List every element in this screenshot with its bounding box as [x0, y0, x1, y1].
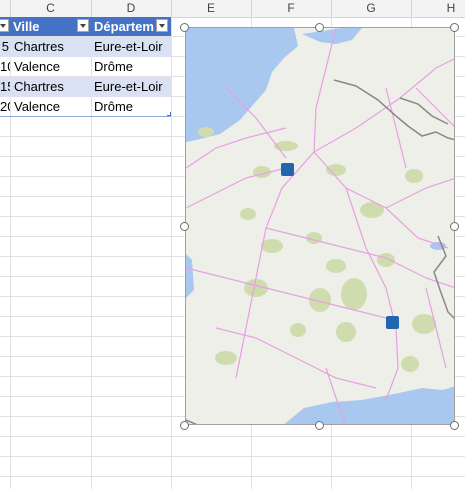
- table-cell-departement[interactable]: Eure-et-Loir: [91, 37, 171, 57]
- filter-dropdown-button[interactable]: [156, 19, 168, 32]
- table-cell[interactable]: 5: [0, 37, 10, 57]
- map-canvas: [186, 28, 454, 424]
- map-marker-chartres[interactable]: [281, 163, 294, 176]
- table-cell[interactable]: 20: [0, 97, 10, 117]
- resize-handle-top[interactable]: [315, 23, 324, 32]
- table-bottom-border: [0, 116, 171, 117]
- table-cell-departement[interactable]: Eure-et-Loir: [91, 77, 171, 97]
- table-header-departement: Départem: [94, 19, 154, 34]
- table-row: 15 Chartres Eure-et-Loir: [0, 77, 171, 97]
- resize-handle-top-right[interactable]: [450, 23, 459, 32]
- column-header-bar: C D E F G H: [0, 0, 465, 18]
- table-header-ville: Ville: [13, 19, 40, 34]
- filter-dropdown-button[interactable]: [0, 19, 9, 32]
- column-header-g[interactable]: G: [331, 0, 411, 17]
- table-row: 10 Valence Drôme: [0, 57, 171, 77]
- table-row: 20 Valence Drôme: [0, 97, 171, 117]
- map-chart[interactable]: [185, 27, 455, 425]
- table-cell[interactable]: 10: [0, 57, 10, 77]
- resize-handle-top-left[interactable]: [180, 23, 189, 32]
- column-header-e[interactable]: E: [171, 0, 251, 17]
- table-cell-ville[interactable]: Chartres: [10, 37, 91, 57]
- table-cell-departement[interactable]: Drôme: [91, 57, 171, 77]
- column-header-h[interactable]: H: [411, 0, 465, 17]
- table-cell-ville[interactable]: Valence: [10, 57, 91, 77]
- map-marker-valence[interactable]: [386, 316, 399, 329]
- column-header-f[interactable]: F: [251, 0, 331, 17]
- table-cell[interactable]: 15: [0, 77, 10, 97]
- table-cell-departement[interactable]: Drôme: [91, 97, 171, 117]
- table-resize-handle[interactable]: [167, 112, 171, 116]
- table-cell-ville[interactable]: Valence: [10, 97, 91, 117]
- resize-handle-right[interactable]: [450, 222, 459, 231]
- table-header-cell[interactable]: Ville: [10, 17, 91, 36]
- resize-handle-bottom-right[interactable]: [450, 421, 459, 430]
- resize-handle-bottom[interactable]: [315, 421, 324, 430]
- column-header-d[interactable]: D: [91, 0, 171, 17]
- resize-handle-left[interactable]: [180, 222, 189, 231]
- resize-handle-bottom-left[interactable]: [180, 421, 189, 430]
- table-header-partial: [0, 17, 10, 36]
- table-header-cell[interactable]: Départem: [91, 17, 171, 36]
- table-row: 5 Chartres Eure-et-Loir: [0, 37, 171, 57]
- column-header-c[interactable]: C: [10, 0, 91, 17]
- filter-dropdown-button[interactable]: [77, 19, 89, 32]
- table-cell-ville[interactable]: Chartres: [10, 77, 91, 97]
